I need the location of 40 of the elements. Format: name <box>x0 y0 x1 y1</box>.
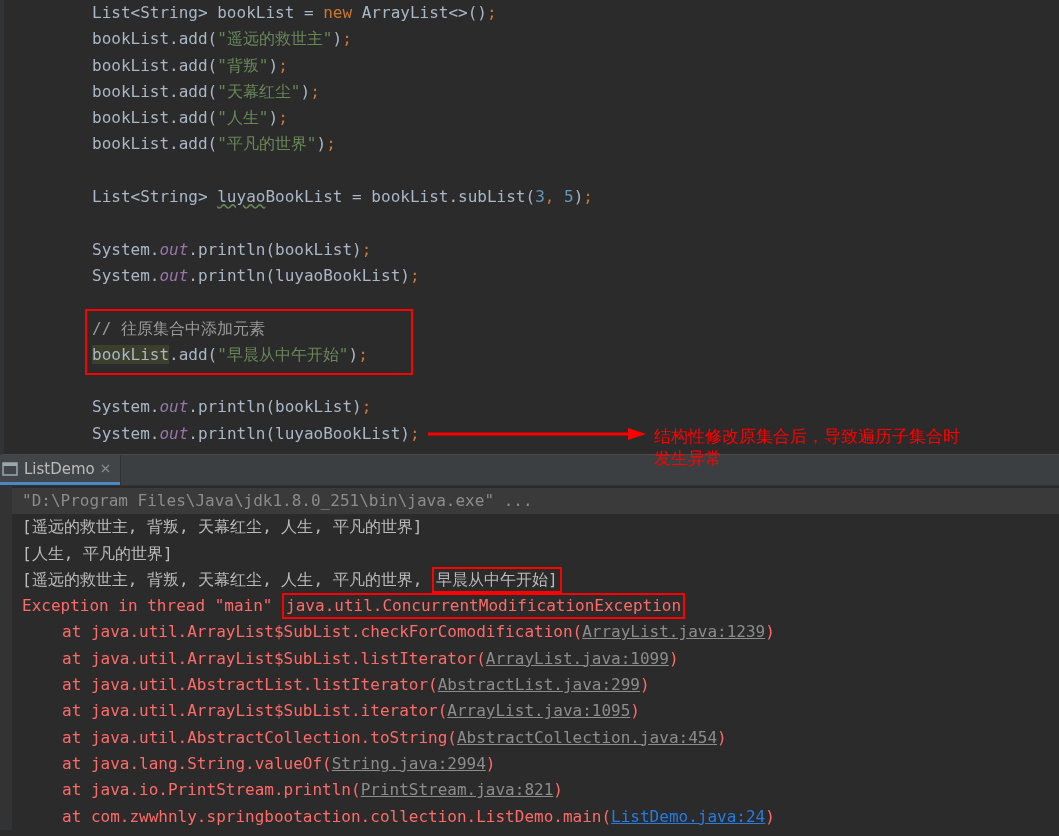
code-line: // 往原集合中添加元素 <box>92 317 265 340</box>
close-icon[interactable] <box>100 464 110 473</box>
stack-frame-line: at java.util.AbstractList.listIterator(AbstractList.java:299) <box>62 674 650 697</box>
source-link[interactable]: ArrayList.java:1099 <box>485 648 669 668</box>
code-line: bookList.add("早晨从中午开始"); <box>92 343 368 366</box>
code-line: bookList.add("平凡的世界"); <box>92 133 336 156</box>
console-text: [人生, 平凡的世界] <box>22 542 173 565</box>
stack-frame-line: at java.util.ArrayList$SubList.checkForComodification(ArrayList.java:1239) <box>62 621 775 644</box>
stack-frame-line: at java.util.AbstractCollection.toString(AbstractCollection.java:454) <box>62 726 727 749</box>
boxed-text: java.util.ConcurrentModificationException <box>282 593 686 620</box>
code-line: bookList.add("背叛"); <box>92 54 288 77</box>
code-line: List<String> bookList = new ArrayList<>(); <box>92 2 497 24</box>
console-text: [遥远的救世主, 背叛, 天幕红尘, 人生, 平凡的世界] <box>22 516 423 539</box>
console-text: [遥远的救世主, 背叛, 天幕红尘, 人生, 平凡的世界, <box>22 568 424 591</box>
stack-frame-line: at java.io.PrintStream.println(PrintStream.java:821) <box>62 779 563 802</box>
stack-frame-line: at com.zwwhnly.springbootaction.collection.ListDemo.main(ListDemo.java:24) <box>62 805 775 828</box>
code-line: bookList.add("遥远的救世主"); <box>92 28 352 51</box>
stack-frame-line: at java.lang.String.valueOf(String.java:2994) <box>62 752 496 775</box>
stack-frame-line: at java.util.ArrayList$SubList.listIterator(ArrayList.java:1099) <box>62 647 679 670</box>
source-link[interactable]: AbstractList.java:299 <box>437 675 640 695</box>
annotation-note: 结构性修改原集合后，导致遍历子集合时发生异常 <box>653 424 961 469</box>
code-line: System.out.println(luyaoBookList); <box>92 422 420 445</box>
code-line: bookList.add("人生"); <box>92 107 288 130</box>
stack-frame-line: at java.util.ArrayList$SubList.iterator(ArrayList.java:1095) <box>62 700 640 723</box>
code-line: System.out.println(bookList); <box>92 238 372 261</box>
code-line: System.out.println(bookList); <box>92 396 372 419</box>
source-link[interactable]: ArrayList.java:1095 <box>447 701 631 721</box>
console-icon <box>2 461 18 476</box>
code-line: List<String> luyaoBookList = bookList.subList(3, 5); <box>92 186 593 209</box>
console-tab[interactable]: ListDemo <box>0 455 120 485</box>
boxed-text: 早晨从中午开始] <box>431 567 562 594</box>
source-link[interactable]: AbstractCollection.java:454 <box>456 727 718 747</box>
source-link[interactable]: PrintStream.java:821 <box>360 780 554 800</box>
console-text: Exception in thread "main" <box>22 595 274 618</box>
source-link[interactable]: ListDemo.java:24 <box>611 806 766 826</box>
console-text: "D:\Program Files\Java\jdk1.8.0_251\bin\java.exe" ... <box>22 490 533 512</box>
source-link[interactable]: ArrayList.java:1239 <box>582 622 766 642</box>
code-line: System.out.println(luyaoBookList); <box>92 264 420 287</box>
code-line: bookList.add("天幕红尘"); <box>92 80 320 103</box>
source-link[interactable]: String.java:2994 <box>331 753 486 773</box>
